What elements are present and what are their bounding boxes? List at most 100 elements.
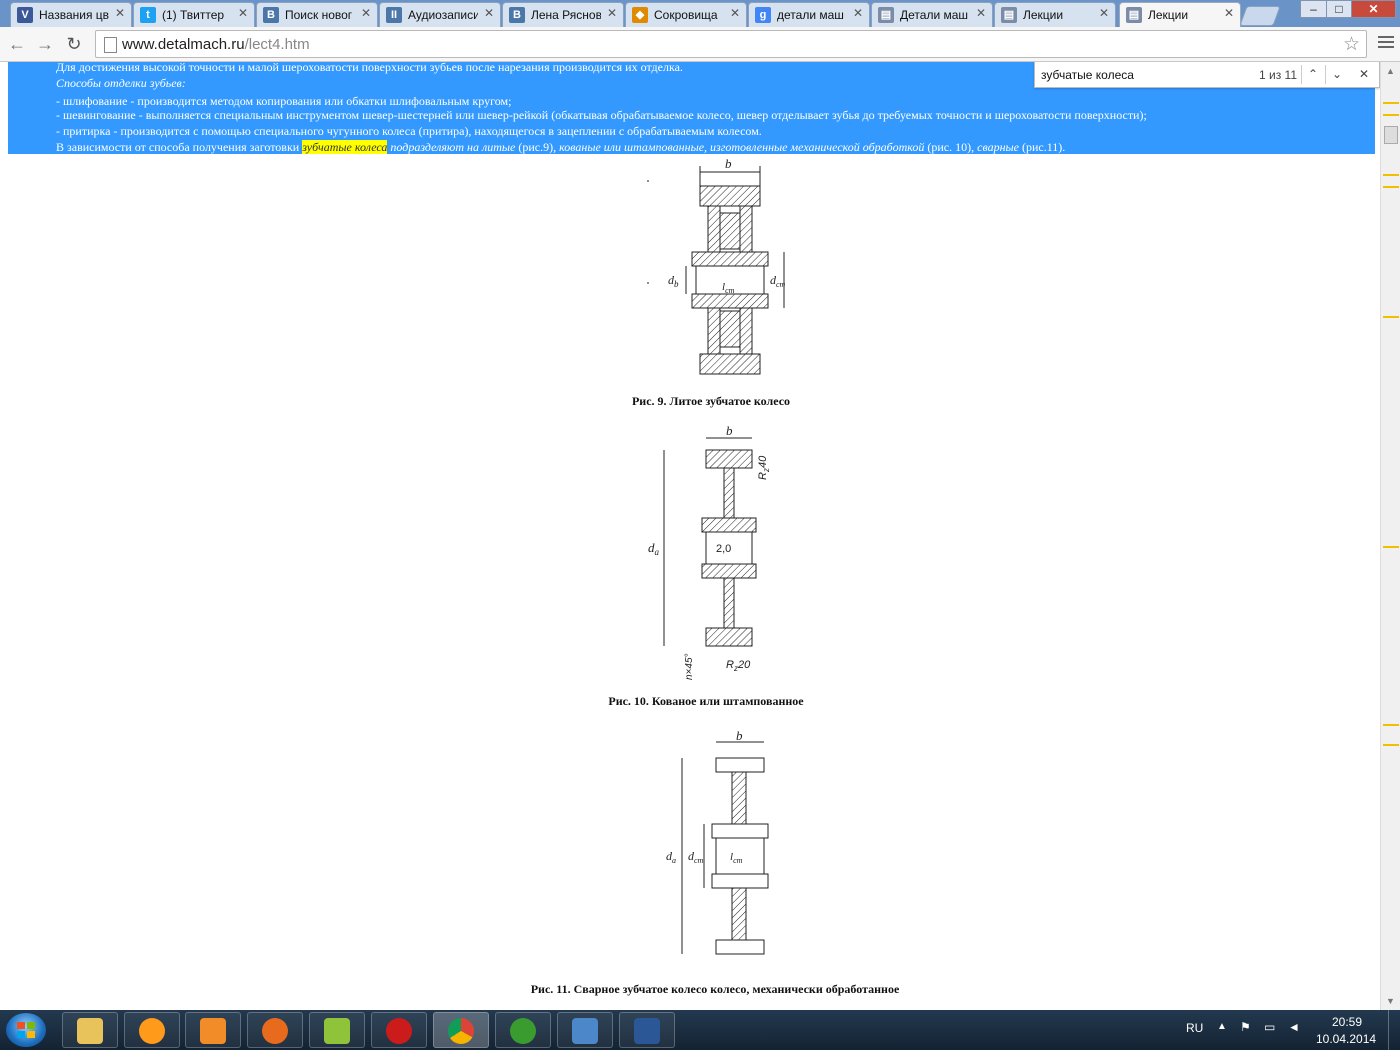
tab-strip: V Названия цв ✕ t (1) Твиттер ✕ B Поиск … <box>0 0 1400 28</box>
dim-da-label: da <box>648 540 660 557</box>
url-path: /lect4.htm <box>244 36 310 53</box>
roughness-rz20-label: Rz20 <box>726 659 751 673</box>
tab-5[interactable]: ◆ Сокровища ✕ <box>625 2 747 27</box>
page-icon: ▤ <box>878 7 894 23</box>
find-input[interactable]: зубчатые колеса <box>1041 68 1134 82</box>
taskbar-opera[interactable] <box>371 1012 427 1048</box>
tab-9-active[interactable]: ▤ Лекции ✕ <box>1119 2 1241 28</box>
find-close-button[interactable]: ✕ <box>1353 65 1375 84</box>
action-center-flag-icon[interactable]: ⚑ <box>1240 1020 1251 1034</box>
page-content: Для достижения высокой точности и малой … <box>0 62 1380 1010</box>
clock-date[interactable]: 10.04.2014 <box>1316 1032 1376 1046</box>
blank-types-text-g: (рис.11). <box>1019 140 1066 154</box>
clock-time[interactable]: 20:59 <box>1332 1015 1362 1029</box>
search-match-highlight: зубчатые колеса <box>302 140 388 154</box>
forward-button[interactable]: → <box>34 33 56 55</box>
opera-icon <box>386 1018 412 1044</box>
new-tab-button[interactable] <box>1239 6 1281 26</box>
orb-icon <box>139 1018 165 1044</box>
show-desktop-button[interactable] <box>1388 1010 1400 1050</box>
tab-close-icon[interactable]: ✕ <box>607 6 617 20</box>
tab-title: Названия цв <box>39 8 109 22</box>
tab-close-icon[interactable]: ✕ <box>853 6 863 20</box>
game-icon <box>324 1018 350 1044</box>
taskbar-game[interactable] <box>309 1012 365 1048</box>
language-indicator[interactable]: RU <box>1186 1021 1203 1035</box>
firefox-icon <box>262 1018 288 1044</box>
taskbar-utorrent[interactable] <box>495 1012 551 1048</box>
minimize-button[interactable]: – <box>1300 0 1327 18</box>
scroll-up-arrow-icon[interactable]: ▲ <box>1386 66 1395 76</box>
tab-8[interactable]: ▤ Лекции ✕ <box>994 2 1116 27</box>
tab-close-icon[interactable]: ✕ <box>238 6 248 20</box>
tab-4[interactable]: B Лена Ряснов ✕ <box>502 2 624 27</box>
rz40-value: 40 <box>757 455 769 468</box>
finishing-methods-label: Способы отделки зубьев: <box>56 76 186 90</box>
vk-icon: B <box>509 7 525 23</box>
close-window-button[interactable]: ✕ <box>1351 0 1396 18</box>
tab-7[interactable]: ▤ Детали маш ✕ <box>871 2 993 27</box>
gem-icon: ◆ <box>632 7 648 23</box>
tab-close-icon[interactable]: ✕ <box>1099 6 1109 20</box>
tab-title: Лекции <box>1148 8 1189 22</box>
blank-types-text-e: (рис. 10), <box>924 140 978 154</box>
rz20-value: 20 <box>737 659 751 671</box>
find-match-marker <box>1383 114 1399 116</box>
find-next-button[interactable]: ⌄ <box>1325 65 1348 84</box>
finishing-methods-heading: Способы отделки зубьев: <box>56 76 186 91</box>
volume-icon[interactable]: ◄ <box>1288 1020 1300 1034</box>
start-button[interactable] <box>6 1013 46 1047</box>
lapping-item: - притирка - производится с помощью спец… <box>56 124 762 138</box>
tab-6[interactable]: g детали маш ✕ <box>748 2 870 27</box>
page-icon: ▤ <box>1001 7 1017 23</box>
find-match-count: 1 из 11 <box>1259 68 1298 82</box>
show-hidden-icons-icon[interactable]: ▲ <box>1217 1021 1227 1032</box>
find-match-marker <box>1383 744 1399 746</box>
find-prev-button[interactable]: ⌃ <box>1301 65 1324 84</box>
taskbar-chrome[interactable] <box>433 1012 489 1048</box>
utorrent-icon <box>510 1018 536 1044</box>
tab-3[interactable]: II Аудиозаписи ✕ <box>379 2 501 27</box>
network-icon[interactable]: ▭ <box>1264 1020 1275 1034</box>
taskbar-viewer[interactable] <box>557 1012 613 1048</box>
taskbar-media[interactable] <box>185 1012 241 1048</box>
vertical-scrollbar[interactable]: ▲ ▼ <box>1380 62 1400 1010</box>
tab-close-icon[interactable]: ✕ <box>484 6 494 20</box>
dim-b-label: b <box>725 158 732 171</box>
tab-1[interactable]: t (1) Твиттер ✕ <box>133 2 255 27</box>
scroll-down-arrow-icon[interactable]: ▼ <box>1386 996 1395 1006</box>
vk-v-icon: V <box>17 7 33 23</box>
scroll-thumb[interactable] <box>1384 126 1398 144</box>
taskbar-word[interactable] <box>619 1012 675 1048</box>
vk-icon: B <box>263 7 279 23</box>
find-match-marker <box>1383 102 1399 104</box>
taskbar-explorer[interactable] <box>62 1012 118 1048</box>
media-player-icon <box>200 1018 226 1044</box>
tab-close-icon[interactable]: ✕ <box>115 6 125 20</box>
find-match-marker <box>1383 724 1399 726</box>
windows-logo-icon <box>17 1022 35 1038</box>
blank-types-text-c: (рис.9) <box>515 140 554 154</box>
dim-dst-sub: ст <box>776 280 786 289</box>
dim-lst-sub: ст <box>725 286 735 295</box>
back-button[interactable]: ← <box>6 33 28 55</box>
url-text[interactable]: www.detalmach.ru/lect4.htm <box>122 36 310 53</box>
maximize-button[interactable]: □ <box>1326 0 1352 18</box>
tab-close-icon[interactable]: ✕ <box>1224 6 1234 20</box>
chrome-menu-icon[interactable] <box>1378 36 1394 50</box>
bookmark-star-icon[interactable]: ☆ <box>1343 33 1360 56</box>
address-bar[interactable]: www.detalmach.ru/lect4.htm ☆ <box>95 30 1367 58</box>
find-match-marker <box>1383 174 1399 176</box>
tab-close-icon[interactable]: ✕ <box>976 6 986 20</box>
dim-b-label-3: b <box>736 728 743 743</box>
taskbar-firefox[interactable] <box>247 1012 303 1048</box>
tab-close-icon[interactable]: ✕ <box>361 6 371 20</box>
tab-0[interactable]: V Названия цв ✕ <box>10 2 132 27</box>
rz20-letter: R <box>726 659 734 671</box>
taskbar-orb[interactable] <box>124 1012 180 1048</box>
tab-close-icon[interactable]: ✕ <box>730 6 740 20</box>
reload-button[interactable]: ↻ <box>63 33 85 55</box>
find-match-marker <box>1383 186 1399 188</box>
tab-title: Поиск новог <box>285 8 353 22</box>
tab-2[interactable]: B Поиск новог ✕ <box>256 2 378 27</box>
